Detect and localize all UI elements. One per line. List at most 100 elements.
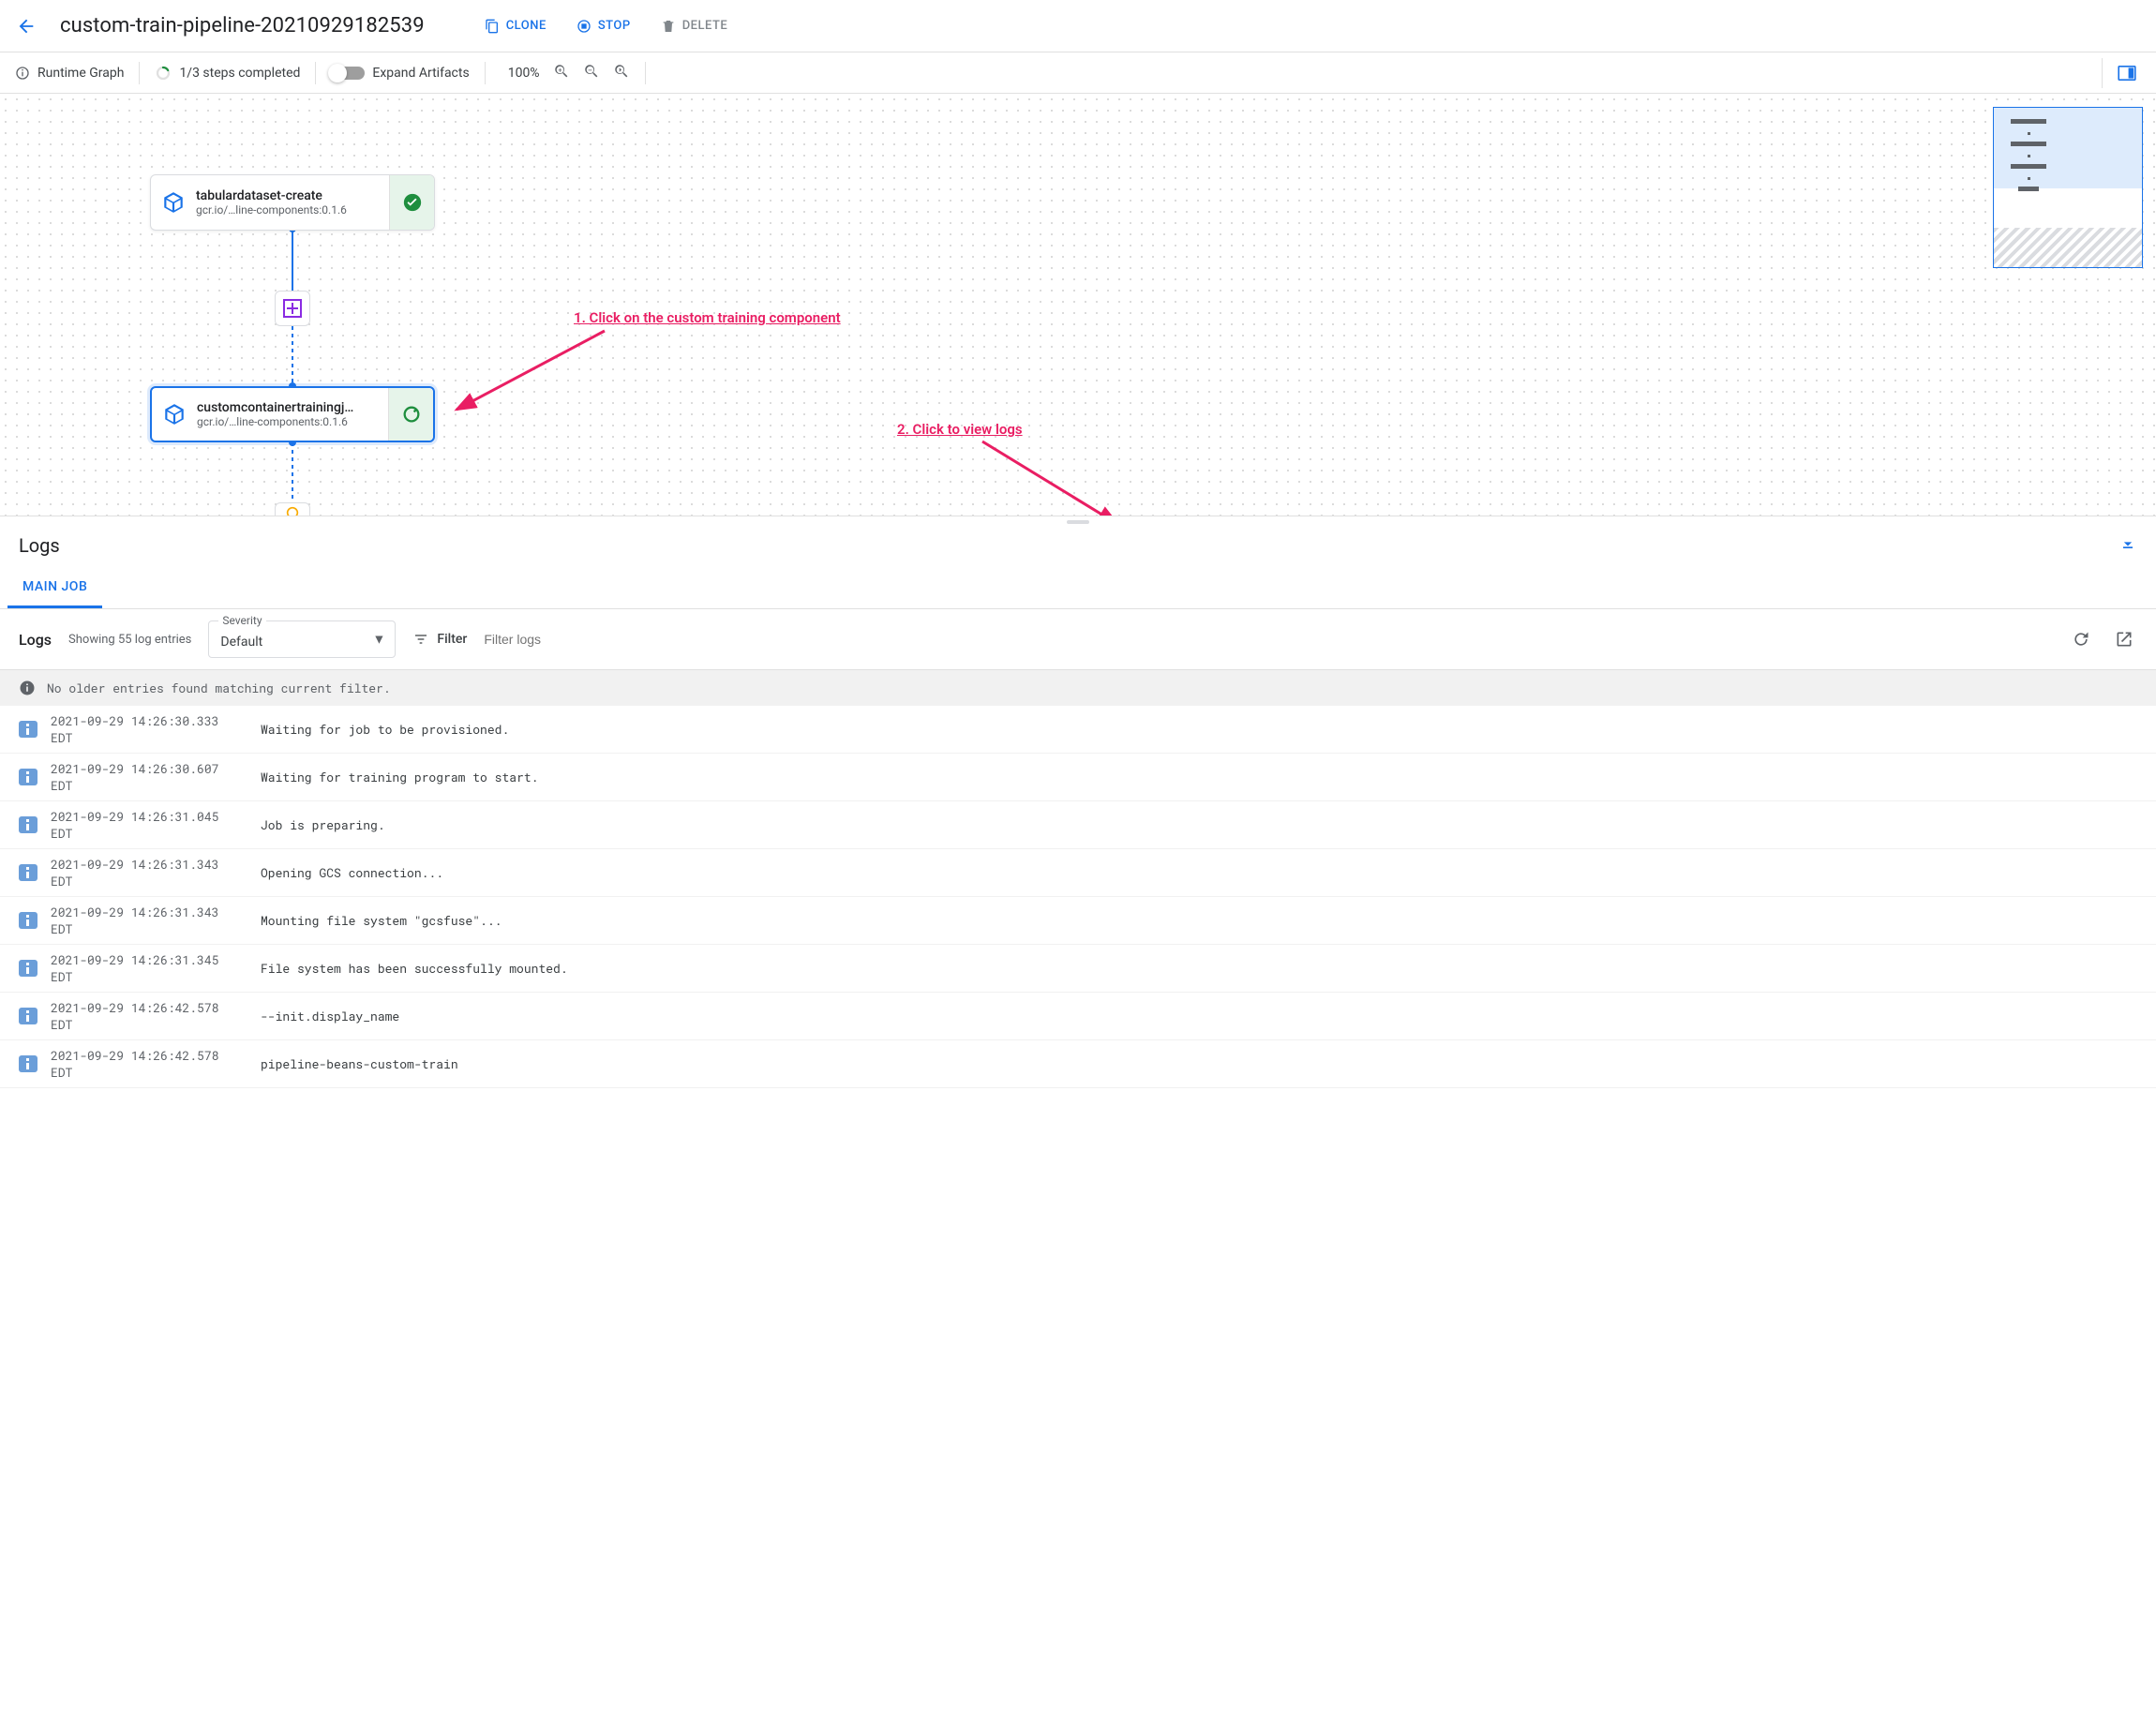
divider (485, 62, 486, 84)
log-row[interactable]: 2021-09-29 14:26:42.578 EDT --init.displ… (0, 993, 2156, 1040)
page-title: custom-train-pipeline-20210929182539 (60, 14, 425, 37)
logs-title: Logs (19, 534, 60, 557)
log-timestamp: 2021-09-29 14:26:42.578 EDT (51, 999, 247, 1033)
clone-button[interactable]: CLONE (485, 19, 546, 34)
node-customcontainertrainingjob[interactable]: customcontainertrainingj… gcr.io/…line-c… (150, 386, 435, 442)
info-badge-icon (19, 960, 37, 977)
info-badge-icon (19, 912, 37, 929)
filter-input[interactable] (484, 632, 615, 647)
open-external-button[interactable] (2111, 630, 2137, 649)
stop-label: STOP (598, 19, 631, 33)
zoom-out-button[interactable] (583, 63, 600, 83)
delete-label: DELETE (682, 19, 728, 33)
cube-icon (151, 190, 196, 215)
log-message: File system has been successfully mounte… (261, 960, 568, 977)
expand-artifacts-label: Expand Artifacts (372, 66, 469, 81)
dataset-icon (283, 299, 302, 318)
zoom-reset-button[interactable] (613, 63, 630, 83)
node-tabulardataset-create[interactable]: tabulardataset-create gcr.io/…line-compo… (150, 174, 435, 231)
log-timestamp: 2021-09-29 14:26:30.607 EDT (51, 760, 247, 794)
annotation-1: 1. Click on the custom training componen… (574, 309, 841, 326)
log-message: --init.display_name (261, 1008, 399, 1024)
zoom-level: 100% (508, 66, 540, 81)
minimap-hatch (1994, 228, 2142, 267)
info-badge-icon (19, 816, 37, 833)
node-title: customcontainertrainingj… (197, 400, 381, 415)
filter-label: Filter (437, 632, 467, 647)
severity-select[interactable]: Severity Default ▼ (208, 620, 396, 658)
node-subtitle: gcr.io/…line-components:0.1.6 (196, 203, 382, 217)
delete-icon (661, 19, 676, 34)
stop-button[interactable]: STOP (576, 19, 631, 34)
annotation-2: 2. Click to view logs (897, 421, 1023, 438)
panel-resize-handle[interactable] (0, 516, 2156, 527)
severity-label: Severity (218, 614, 265, 627)
refresh-button[interactable] (2068, 630, 2094, 649)
mini-dot (2028, 177, 2030, 180)
filter-icon (412, 632, 429, 647)
log-timestamp: 2021-09-29 14:26:42.578 EDT (51, 1047, 247, 1081)
tab-main-job[interactable]: MAIN JOB (7, 568, 102, 608)
log-timestamp: 2021-09-29 14:26:31.345 EDT (51, 951, 247, 985)
info-badge-icon (19, 1008, 37, 1024)
progress-icon (155, 65, 172, 82)
logs-label: Logs (19, 631, 52, 649)
log-message: Waiting for job to be provisioned. (261, 721, 509, 738)
log-row[interactable]: 2021-09-29 14:26:30.333 EDT Waiting for … (0, 706, 2156, 754)
panel-toggle-button[interactable] (2102, 58, 2141, 88)
filter-button[interactable]: Filter (412, 632, 467, 647)
info-icon (15, 66, 30, 81)
no-older-text: No older entries found matching current … (47, 680, 391, 696)
artifact-node[interactable] (275, 291, 310, 326)
node-title: tabulardataset-create (196, 188, 382, 203)
toggle-icon (331, 67, 365, 80)
clone-icon (485, 19, 500, 34)
log-timestamp: 2021-09-29 14:26:31.343 EDT (51, 904, 247, 937)
node-status-complete (389, 175, 434, 230)
log-row[interactable]: 2021-09-29 14:26:31.045 EDT Job is prepa… (0, 801, 2156, 849)
cube-icon (152, 402, 197, 426)
mini-node (2011, 119, 2046, 124)
no-older-entries-row: No older entries found matching current … (0, 670, 2156, 706)
severity-value: Default (220, 635, 262, 650)
log-row[interactable]: 2021-09-29 14:26:30.607 EDT Waiting for … (0, 754, 2156, 801)
steps-label: 1/3 steps completed (179, 66, 300, 81)
pipeline-canvas[interactable]: tabulardataset-create gcr.io/…line-compo… (0, 94, 2156, 516)
log-message: Mounting file system "gcsfuse"... (261, 912, 502, 929)
clone-label: CLONE (506, 19, 546, 33)
log-row[interactable]: 2021-09-29 14:26:31.343 EDT Opening GCS … (0, 849, 2156, 897)
log-timestamp: 2021-09-29 14:26:31.045 EDT (51, 808, 247, 842)
log-row[interactable]: 2021-09-29 14:26:42.578 EDT pipeline-bea… (0, 1040, 2156, 1088)
expand-logs-button[interactable] (2119, 534, 2137, 557)
info-icon (19, 680, 36, 696)
back-arrow-icon[interactable] (15, 15, 37, 37)
drag-handle-icon (1067, 520, 1089, 524)
log-message: Waiting for training program to start. (261, 769, 538, 785)
log-row[interactable]: 2021-09-29 14:26:31.343 EDT Mounting fil… (0, 897, 2156, 945)
logs-count: Showing 55 log entries (68, 633, 191, 647)
stop-icon (576, 19, 591, 34)
info-badge-icon (19, 864, 37, 881)
mini-node (2018, 187, 2039, 191)
mini-dot (2028, 132, 2030, 135)
delete-button[interactable]: DELETE (661, 19, 728, 34)
info-badge-icon (19, 1055, 37, 1072)
runtime-graph-chip[interactable]: Runtime Graph (15, 66, 124, 81)
mini-dot (2028, 155, 2030, 157)
log-list[interactable]: 2021-09-29 14:26:30.333 EDT Waiting for … (0, 706, 2156, 1088)
minimap[interactable] (1993, 107, 2143, 268)
caret-down-icon: ▼ (373, 632, 386, 648)
log-timestamp: 2021-09-29 14:26:31.343 EDT (51, 856, 247, 889)
info-badge-icon (19, 721, 37, 738)
log-timestamp: 2021-09-29 14:26:30.333 EDT (51, 712, 247, 746)
partial-node[interactable] (275, 502, 310, 516)
log-message: Job is preparing. (261, 816, 385, 833)
node-status-running (388, 388, 433, 441)
log-message: pipeline-beans-custom-train (261, 1055, 458, 1072)
log-message: Opening GCS connection... (261, 864, 443, 881)
log-row[interactable]: 2021-09-29 14:26:31.345 EDT File system … (0, 945, 2156, 993)
steps-status: 1/3 steps completed (155, 65, 300, 82)
mini-node (2011, 142, 2046, 146)
expand-artifacts-toggle[interactable]: Expand Artifacts (331, 66, 469, 81)
zoom-in-button[interactable] (553, 63, 570, 83)
